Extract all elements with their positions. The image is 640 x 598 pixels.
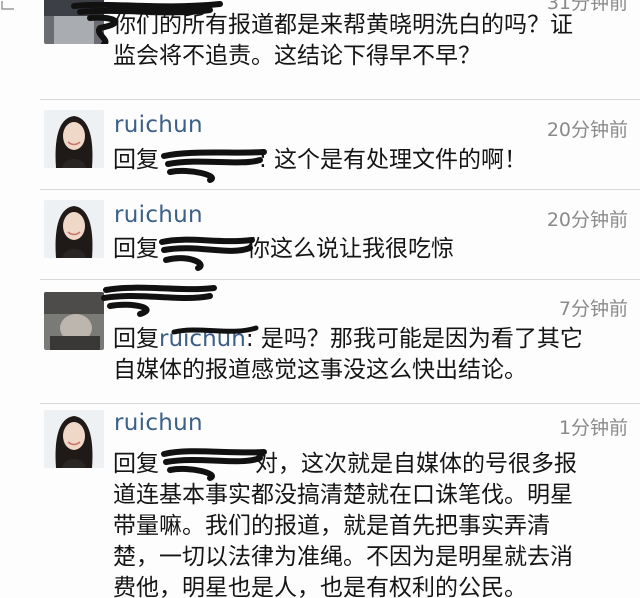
comment-item: ruichun 1分钟前 回复 对，这次就是自媒体的号很多报 道连基本事实都没搞清… (0, 404, 640, 598)
comment-item: ruichun 20分钟前 回复 你这么说让我很吃惊 (0, 190, 640, 280)
comment-username[interactable]: ruichun (114, 410, 203, 436)
avatar[interactable] (44, 410, 104, 468)
avatar[interactable] (44, 110, 104, 168)
comment-text: 你们的所有报道都是来帮黄晓明洗白的吗？证 监会将不追责。这结论下得早不早？ (113, 12, 573, 69)
redaction-scribble (161, 448, 267, 481)
reply-prefix: 回复 (113, 326, 159, 352)
redaction-scribble (159, 236, 255, 271)
avatar[interactable] (44, 292, 104, 350)
reply-prefix: 回复 (113, 147, 159, 173)
redaction-scribble (171, 325, 259, 335)
comment-time: 20分钟前 (546, 119, 628, 141)
reply-prefix: 回复 (113, 236, 159, 262)
redaction-scribble (101, 284, 217, 317)
comment-username[interactable]: ruichun (114, 202, 203, 228)
redaction-scribble (161, 149, 267, 183)
comment-item: 7分钟前 回复ruichun: 是吗？那我可能是因为看了其它 自媒体的报道感觉这… (0, 280, 640, 404)
comment-item: ruichun 20分钟前 回复: 这个是有处理文件的啊！ (0, 100, 640, 190)
reply-prefix: 回复 (113, 451, 159, 477)
comment-time: 1分钟前 (558, 417, 628, 439)
comment-username[interactable]: ruichun (114, 112, 203, 138)
comment-time: 7分钟前 (558, 298, 628, 320)
comment-item: 31分钟前 你们的所有报道都是来帮黄晓明洗白的吗？证 监会将不追责。这结论下得早… (0, 0, 640, 104)
avatar[interactable] (44, 200, 104, 258)
comment-time: 20分钟前 (546, 209, 628, 231)
